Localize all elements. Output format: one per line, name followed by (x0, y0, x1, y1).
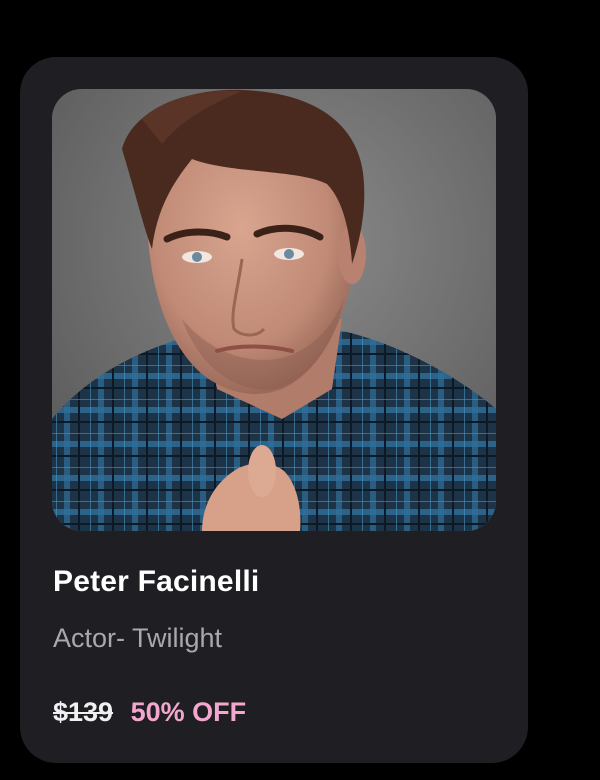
price-row: $139 50% OFF (53, 697, 246, 728)
celebrity-photo (52, 89, 496, 531)
discount-label: 50% OFF (130, 697, 247, 727)
celebrity-name: Peter Facinelli (53, 565, 260, 598)
original-price: $139 (53, 697, 114, 727)
celebrity-card[interactable]: Peter Facinelli Actor- Twilight $139 50%… (20, 57, 528, 763)
celebrity-role: Actor- Twilight (53, 623, 223, 653)
